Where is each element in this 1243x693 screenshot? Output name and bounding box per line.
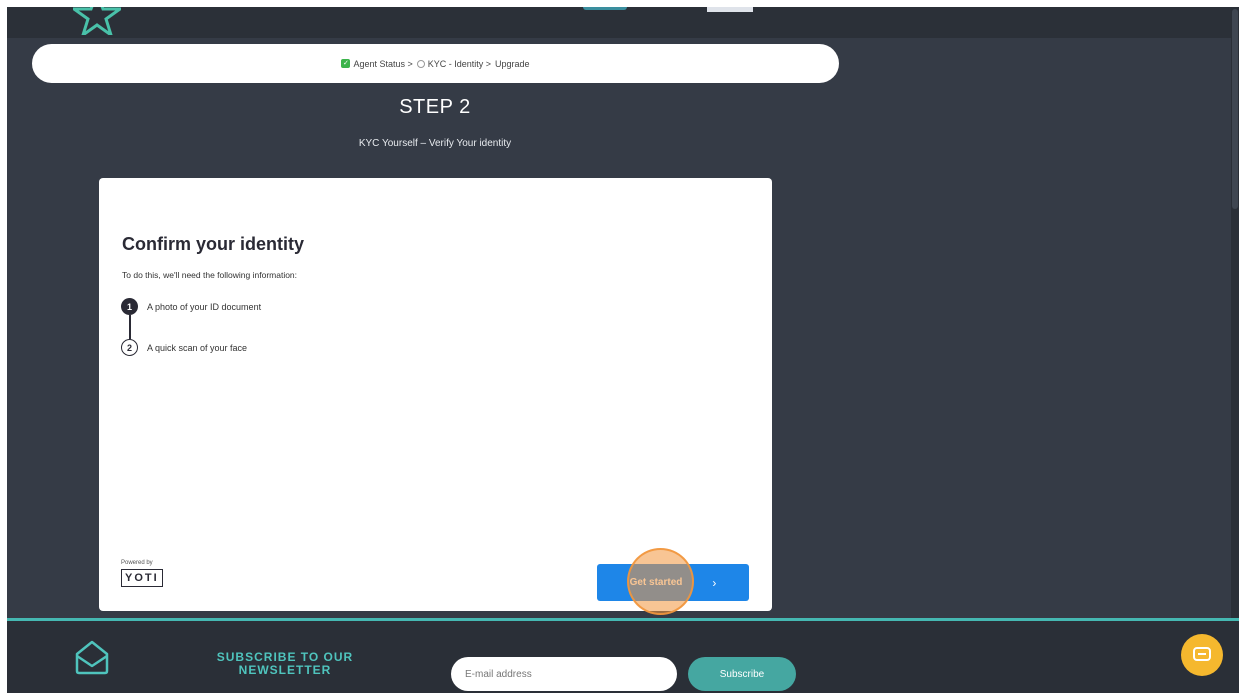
step-number-badge: 1 bbox=[121, 298, 138, 315]
breadcrumb-label: Agent Status > bbox=[353, 58, 413, 69]
chat-button[interactable] bbox=[1181, 634, 1223, 676]
breadcrumb-label: Upgrade bbox=[495, 58, 530, 69]
get-started-label: Get started bbox=[629, 577, 683, 588]
breadcrumb-label: KYC - Identity > bbox=[427, 58, 492, 69]
header-mini-badge bbox=[707, 7, 753, 12]
requirement-item: 1 A photo of your ID document bbox=[121, 298, 261, 315]
page-title: STEP 2 bbox=[399, 96, 471, 118]
scrollbar-thumb[interactable] bbox=[1232, 9, 1238, 209]
chat-bubble-icon bbox=[1193, 647, 1211, 661]
requirement-label: A photo of your ID document bbox=[147, 301, 262, 312]
powered-by-yoti: Powered by YOTI bbox=[121, 560, 163, 587]
breadcrumb-item-kyc-identity[interactable]: KYC - Identity > bbox=[416, 58, 492, 69]
step-connector-line bbox=[129, 315, 131, 339]
card-title: Confirm your identity bbox=[122, 234, 305, 254]
app-window: ✓ Agent Status > KYC - Identity > Upgrad… bbox=[7, 7, 1239, 693]
yoti-logo: YOTI bbox=[121, 569, 163, 587]
powered-by-label: Powered by bbox=[121, 560, 153, 566]
identity-card: Confirm your identity To do this, we'll … bbox=[99, 178, 772, 615]
breadcrumb: ✓ Agent Status > KYC - Identity > Upgrad… bbox=[32, 44, 839, 83]
page-subtitle: KYC Yourself – Verify Your identity bbox=[358, 138, 512, 149]
radio-empty-icon bbox=[416, 59, 425, 68]
email-field[interactable] bbox=[451, 657, 677, 691]
subscribe-button[interactable]: Subscribe bbox=[688, 657, 796, 691]
home-envelope-icon[interactable] bbox=[73, 638, 111, 676]
footer: SUBSCRIBE TO OUR NEWSLETTER Subscribe bbox=[7, 618, 1239, 693]
requirement-label: A quick scan of your face bbox=[147, 342, 248, 353]
star-logo-icon[interactable] bbox=[73, 7, 121, 35]
breadcrumb-item-agent-status[interactable]: ✓ Agent Status > bbox=[341, 58, 413, 69]
checkbox-checked-icon: ✓ bbox=[341, 59, 351, 68]
get-started-button[interactable]: Get started › bbox=[597, 564, 749, 601]
step-number-badge: 2 bbox=[121, 339, 138, 356]
newsletter-heading: SUBSCRIBE TO OUR NEWSLETTER bbox=[216, 650, 354, 677]
scrollbar[interactable] bbox=[1231, 7, 1239, 693]
chevron-right-icon: › bbox=[712, 575, 717, 590]
requirement-item: 2 A quick scan of your face bbox=[121, 339, 247, 356]
header-nav-chip[interactable] bbox=[583, 7, 627, 10]
top-header bbox=[7, 7, 1239, 38]
breadcrumb-item-upgrade[interactable]: Upgrade bbox=[495, 59, 530, 69]
card-description: To do this, we'll need the following inf… bbox=[122, 270, 298, 280]
